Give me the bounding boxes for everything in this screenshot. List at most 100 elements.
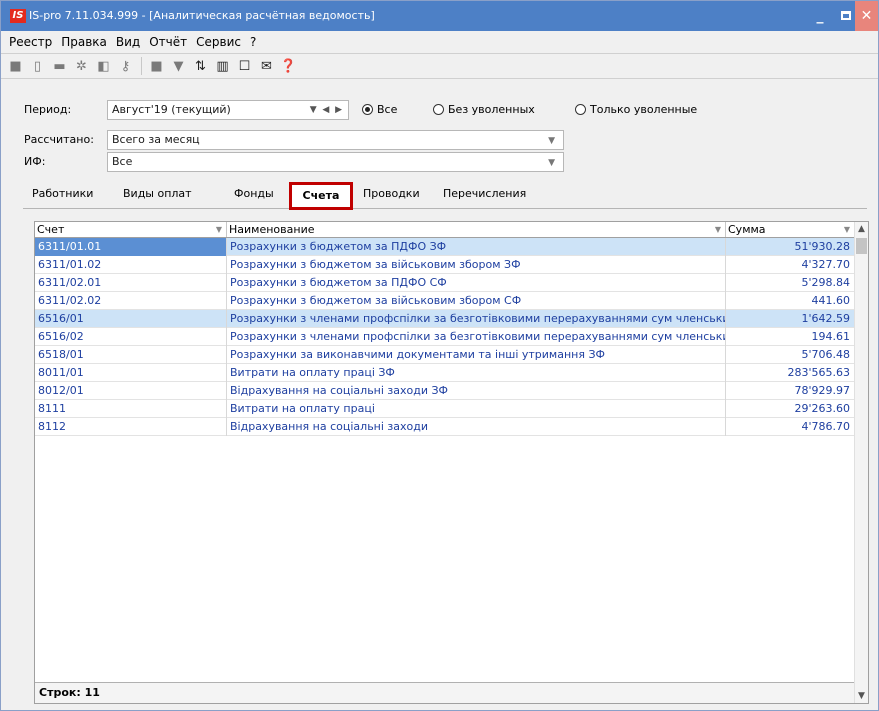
account-cell[interactable]: 6311/01.01 <box>35 238 227 256</box>
column-header-name[interactable]: Наименование ▼ <box>227 222 726 237</box>
document-icon[interactable]: ▯ <box>29 58 46 75</box>
name-cell[interactable]: Розрахунки за виконавчими документами та… <box>227 346 726 364</box>
sum-cell[interactable]: 194.61 <box>726 328 855 346</box>
radio-all[interactable]: Все <box>362 103 397 116</box>
account-cell[interactable]: 8012/01 <box>35 382 227 400</box>
name-cell[interactable]: Розрахунки з бюджетом за військовим збор… <box>227 292 726 310</box>
account-cell[interactable]: 6518/01 <box>35 346 227 364</box>
sum-cell[interactable]: 441.60 <box>726 292 855 310</box>
minimize-button[interactable]: _ <box>807 1 833 31</box>
name-cell[interactable]: Розрахунки з членами профспілки за безго… <box>227 328 726 346</box>
radio-all-dot[interactable] <box>362 104 373 115</box>
sum-cell[interactable]: 51'930.28 <box>726 238 855 256</box>
calculator-icon[interactable]: ■ <box>148 58 165 75</box>
filter-arrow-icon[interactable]: ▼ <box>216 222 222 237</box>
period-nav-icon[interactable]: ▼ ◀ ▶ <box>310 101 342 119</box>
vertical-scrollbar[interactable]: ▲ ▼ <box>854 222 868 703</box>
account-cell[interactable]: 6311/02.02 <box>35 292 227 310</box>
form-icon[interactable]: ☐ <box>236 58 253 75</box>
period-label: Период: <box>24 103 72 116</box>
sum-cell[interactable]: 1'642.59 <box>726 310 855 328</box>
tab-bar: Работники Виды оплат Фонды Счета Проводк… <box>23 182 867 210</box>
sum-cell[interactable]: 5'706.48 <box>726 346 855 364</box>
filter-icon[interactable]: ▼ <box>170 58 187 75</box>
account-cell[interactable]: 6311/01.02 <box>35 256 227 274</box>
scrollbar-thumb[interactable] <box>856 238 867 254</box>
account-cell[interactable]: 8111 <box>35 400 227 418</box>
name-cell[interactable]: Витрати на оплату праці ЗФ <box>227 364 726 382</box>
table-row[interactable]: 8112 Відрахування на соціальні заходи 4'… <box>35 418 855 436</box>
menu-item-help[interactable]: ? <box>250 35 256 49</box>
name-cell[interactable]: Відрахування на соціальні заходи <box>227 418 726 436</box>
folder-icon[interactable]: ■ <box>7 58 24 75</box>
book-icon[interactable]: ◧ <box>95 58 112 75</box>
column-header-account[interactable]: Счет ▼ <box>35 222 227 237</box>
table-row[interactable]: 6516/02 Розрахунки з членами профспілки … <box>35 328 855 346</box>
period-select[interactable]: Август'19 (текущий) ▼ ◀ ▶ <box>107 100 349 120</box>
radio-only-fired-dot[interactable] <box>575 104 586 115</box>
account-cell[interactable]: 6516/02 <box>35 328 227 346</box>
name-cell[interactable]: Розрахунки з членами профспілки за безго… <box>227 310 726 328</box>
chart-icon[interactable]: ▥ <box>214 58 231 75</box>
filter-arrow-icon[interactable]: ▼ <box>715 222 721 237</box>
radio-only-fired[interactable]: Только уволенные <box>575 103 697 116</box>
sum-cell[interactable]: 78'929.97 <box>726 382 855 400</box>
sum-cell[interactable]: 29'263.60 <box>726 400 855 418</box>
table-row[interactable]: 8012/01 Відрахування на соціальні заходи… <box>35 382 855 400</box>
row-count: Строк: 11 <box>39 686 100 699</box>
filter-arrow-icon[interactable]: ▼ <box>844 222 850 237</box>
sort-icon[interactable]: ⇅ <box>192 58 209 75</box>
fund-label: ИФ: <box>24 155 46 168</box>
settings-icon[interactable]: ✲ <box>73 58 90 75</box>
table-row[interactable]: 6311/02.02 Розрахунки з бюджетом за війс… <box>35 292 855 310</box>
print-icon[interactable]: ▬ <box>51 58 68 75</box>
column-header-name-label: Наименование <box>229 223 315 236</box>
table-row[interactable]: 6518/01 Розрахунки за виконавчими докуме… <box>35 346 855 364</box>
tab-employees[interactable]: Работники <box>32 187 93 200</box>
chevron-up-icon[interactable]: ▲ <box>858 224 865 234</box>
name-cell[interactable]: Відрахування на соціальні заходи ЗФ <box>227 382 726 400</box>
name-cell[interactable]: Розрахунки з бюджетом за військовим збор… <box>227 256 726 274</box>
table-header: Счет ▼ Наименование ▼ Сумма ▼ <box>35 222 868 238</box>
radio-without-fired[interactable]: Без уволенных <box>433 103 535 116</box>
close-button[interactable]: ✕ <box>855 1 878 31</box>
account-cell[interactable]: 8011/01 <box>35 364 227 382</box>
chevron-down-icon[interactable]: ▼ <box>548 132 555 150</box>
sum-cell[interactable]: 4'786.70 <box>726 418 855 436</box>
table-row[interactable]: 6311/02.01 Розрахунки з бюджетом за ПДФО… <box>35 274 855 292</box>
tab-postings[interactable]: Проводки <box>363 187 420 200</box>
tab-payment-types[interactable]: Виды оплат <box>123 187 192 200</box>
tab-transfers[interactable]: Перечисления <box>443 187 526 200</box>
chevron-down-icon[interactable]: ▼ <box>548 154 555 172</box>
help-icon[interactable]: ❓ <box>280 58 297 75</box>
account-cell[interactable]: 8112 <box>35 418 227 436</box>
account-cell[interactable]: 6311/02.01 <box>35 274 227 292</box>
table-row[interactable]: 8011/01 Витрати на оплату праці ЗФ 283'5… <box>35 364 855 382</box>
chevron-down-icon[interactable]: ▼ <box>858 691 865 701</box>
name-cell[interactable]: Розрахунки з бюджетом за ПДФО ЗФ <box>227 238 726 256</box>
table-row[interactable]: 6516/01 Розрахунки з членами профспілки … <box>35 310 855 328</box>
menu-item-registry[interactable]: Реестр <box>9 35 52 49</box>
sum-cell[interactable]: 283'565.63 <box>726 364 855 382</box>
mail-icon[interactable]: ✉ <box>258 58 275 75</box>
radio-without-fired-dot[interactable] <box>433 104 444 115</box>
sum-cell[interactable]: 5'298.84 <box>726 274 855 292</box>
menu-item-service[interactable]: Сервис <box>196 35 241 49</box>
menu-item-edit[interactable]: Правка <box>61 35 107 49</box>
table-row[interactable]: 6311/01.01 Розрахунки з бюджетом за ПДФО… <box>35 238 855 256</box>
calculated-select[interactable]: Всего за месяц ▼ <box>107 130 564 150</box>
key-icon[interactable]: ⚷ <box>117 58 134 75</box>
sum-cell[interactable]: 4'327.70 <box>726 256 855 274</box>
fund-select[interactable]: Все ▼ <box>107 152 564 172</box>
column-header-sum[interactable]: Сумма ▼ <box>726 222 855 237</box>
menu-item-view[interactable]: Вид <box>116 35 140 49</box>
table-row[interactable]: 6311/01.02 Розрахунки з бюджетом за війс… <box>35 256 855 274</box>
window-title: IS-pro 7.11.034.999 - [Аналитическая рас… <box>29 9 375 22</box>
name-cell[interactable]: Витрати на оплату праці <box>227 400 726 418</box>
name-cell[interactable]: Розрахунки з бюджетом за ПДФО СФ <box>227 274 726 292</box>
table-row[interactable]: 8111 Витрати на оплату праці 29'263.60 <box>35 400 855 418</box>
tab-funds[interactable]: Фонды <box>234 187 274 200</box>
tab-accounts[interactable]: Счета <box>289 182 353 210</box>
account-cell[interactable]: 6516/01 <box>35 310 227 328</box>
menu-item-report[interactable]: Отчёт <box>149 35 187 49</box>
